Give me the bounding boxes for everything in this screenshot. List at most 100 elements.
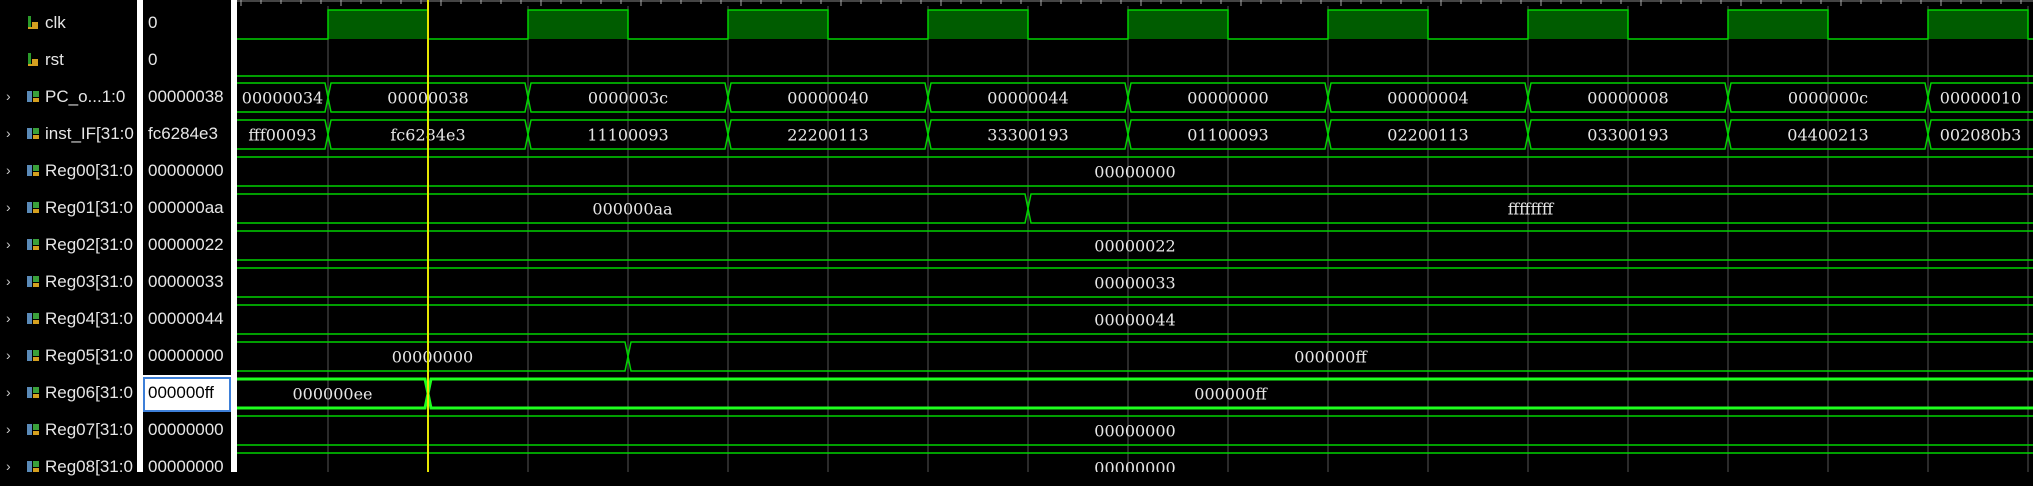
bus-signal-icon [25, 236, 42, 253]
signal-row-reg07[interactable]: › Reg07[31:0 [0, 412, 137, 449]
bus-signal-icon [25, 347, 42, 364]
signal-value-cell[interactable]: 00000022 [143, 227, 231, 264]
signal-row-reg08[interactable]: › Reg08[31:0 [0, 449, 137, 486]
bus-value-label: 11100093 [587, 126, 668, 145]
signal-name-label: Reg07[31:0 [45, 421, 133, 439]
signal-value-cell[interactable]: 00000000 [143, 153, 231, 190]
signal-value-label: 0 [148, 50, 158, 69]
signal-row-reg01[interactable]: › Reg01[31:0 [0, 190, 137, 227]
signal-name-label: Reg05[31:0 [45, 347, 133, 365]
signal-value-cell[interactable]: 0 [143, 42, 231, 79]
bus-value-label: 00000000 [1094, 422, 1175, 441]
signal-row-reg00[interactable]: › Reg00[31:0 [0, 153, 137, 190]
signal-value-cell[interactable]: fc6284e3 [143, 116, 231, 153]
signal-name-column: clk rst › PC_o...1:0 › inst_IF[31:0 › Reg00[31:… [0, 0, 137, 476]
signal-name-label: clk [45, 14, 66, 32]
bus-value-label: fff00093 [248, 126, 316, 145]
reg03-waveform[interactable]: 00000033 [237, 267, 2033, 298]
waveform-canvas[interactable]: 00000034 00000038 0000003c 00000040 00000044… [237, 0, 2033, 472]
bus-value-label: 00000008 [1587, 89, 1668, 108]
selected-signal-value[interactable]: 000000ff [143, 375, 231, 412]
signal-name-label: Reg00[31:0 [45, 162, 133, 180]
expand-chevron-icon[interactable]: › [6, 347, 11, 363]
bus-signal-icon [25, 125, 42, 142]
expand-chevron-icon[interactable]: › [6, 88, 11, 104]
reg05-waveform[interactable]: 00000000 000000ff [237, 341, 2033, 372]
expand-chevron-icon[interactable]: › [6, 125, 11, 141]
expand-chevron-icon[interactable]: › [6, 236, 11, 252]
clock-high-pulse [728, 10, 828, 39]
signal-value-cell[interactable]: 00000000 [143, 338, 231, 375]
time-ruler[interactable] [237, 0, 2033, 6]
signal-value-cell[interactable]: 00000000 [143, 449, 231, 486]
bus-value-label: 33300193 [987, 126, 1068, 145]
signal-value-cell[interactable]: 0 [143, 5, 231, 42]
signal-value-label: 000000ff [148, 383, 214, 402]
bus-signal-icon [25, 310, 42, 327]
bus-value-label: 000000aa [592, 200, 673, 219]
signal-row-pco10[interactable]: › PC_o...1:0 [0, 79, 137, 116]
signal-row-reg02[interactable]: › Reg02[31:0 [0, 227, 137, 264]
signal-row-reg06[interactable]: › Reg06[31:0 [0, 375, 137, 412]
signal-row-reg03[interactable]: › Reg03[31:0 [0, 264, 137, 301]
signal-value-label: 00000038 [148, 87, 224, 106]
bus-value-label: 04400213 [1787, 126, 1868, 145]
signal-value-cell[interactable]: 00000044 [143, 301, 231, 338]
reg04-waveform[interactable]: 00000044 [237, 304, 2033, 335]
signal-name-label: Reg06[31:0 [45, 384, 133, 402]
signal-value-cell[interactable]: 00000033 [143, 264, 231, 301]
bus-signal-icon [25, 162, 42, 179]
signal-value-cell[interactable]: 000000aa [143, 190, 231, 227]
expand-chevron-icon[interactable]: › [6, 162, 11, 178]
signal-value-label: fc6284e3 [148, 124, 218, 143]
signal-name-label: Reg08[31:0 [45, 458, 133, 476]
signal-value-cell[interactable]: 00000000 [143, 412, 231, 449]
bus-value-label: 03300193 [1587, 126, 1668, 145]
bus-value-label: 02200113 [1387, 126, 1468, 145]
reg02-waveform[interactable]: 00000022 [237, 230, 2033, 261]
signal-value-label: 00000033 [148, 272, 224, 291]
clock-high-pulse [1328, 10, 1428, 39]
expand-chevron-icon[interactable]: › [6, 384, 11, 400]
bus-value-label: 00000044 [1094, 311, 1175, 330]
expand-chevron-icon[interactable]: › [6, 421, 11, 437]
bus-signal-icon [25, 421, 42, 438]
pc_out-waveform[interactable]: 00000034 00000038 0000003c 00000040 00000044… [237, 82, 2033, 113]
bus-value-label: 0000000c [1788, 89, 1868, 108]
reg06-waveform[interactable]: 000000ee 000000ff [237, 377, 2033, 410]
signal-row-reg04[interactable]: › Reg04[31:0 [0, 301, 137, 338]
bus-signal-icon [25, 458, 42, 475]
reg07-waveform[interactable]: 00000000 [237, 415, 2033, 446]
signal-row-rst[interactable]: rst [0, 42, 137, 79]
signal-value-label: 00000022 [148, 235, 224, 254]
bus-value-label: 01100093 [1187, 126, 1268, 145]
bus-value-label: ffffffff [1508, 200, 1555, 219]
reg00-waveform[interactable]: 00000000 [237, 156, 2033, 187]
bus-value-label: 000000ff [1294, 348, 1368, 367]
bit-signal-icon [25, 51, 42, 68]
signal-row-reg05[interactable]: › Reg05[31:0 [0, 338, 137, 375]
signal-name-label: inst_IF[31:0 [45, 125, 134, 143]
bus-value-label: 00000010 [1940, 89, 2021, 108]
signal-name-label: Reg02[31:0 [45, 236, 133, 254]
reg08-waveform[interactable]: 00000000 [237, 452, 2033, 472]
bus-value-label: 000000ee [292, 385, 372, 404]
expand-chevron-icon[interactable]: › [6, 310, 11, 326]
signal-row-clk[interactable]: clk [0, 5, 137, 42]
reg01-waveform[interactable]: 000000aa ffffffff [237, 193, 2033, 224]
bus-value-label: 002080b3 [1940, 126, 2022, 145]
bus-value-label: 22200113 [787, 126, 868, 145]
expand-chevron-icon[interactable]: › [6, 273, 11, 289]
signal-name-label: Reg01[31:0 [45, 199, 133, 217]
clock-high-pulse [928, 10, 1028, 39]
signal-row-instif[interactable]: › inst_IF[31:0 [0, 116, 137, 153]
inst_if-waveform[interactable]: fff00093 fc6284e3 11100093 22200113 33300193… [237, 119, 2033, 150]
signal-name-label: Reg03[31:0 [45, 273, 133, 291]
signal-value-cell[interactable]: 00000038 [143, 79, 231, 116]
bus-value-label: 00000004 [1387, 89, 1468, 108]
signal-name-label: Reg04[31:0 [45, 310, 133, 328]
clk-waveform[interactable] [237, 9, 2033, 40]
expand-chevron-icon[interactable]: › [6, 199, 11, 215]
bus-value-label: 0000003c [588, 89, 668, 108]
bus-value-label: 00000033 [1094, 274, 1175, 293]
